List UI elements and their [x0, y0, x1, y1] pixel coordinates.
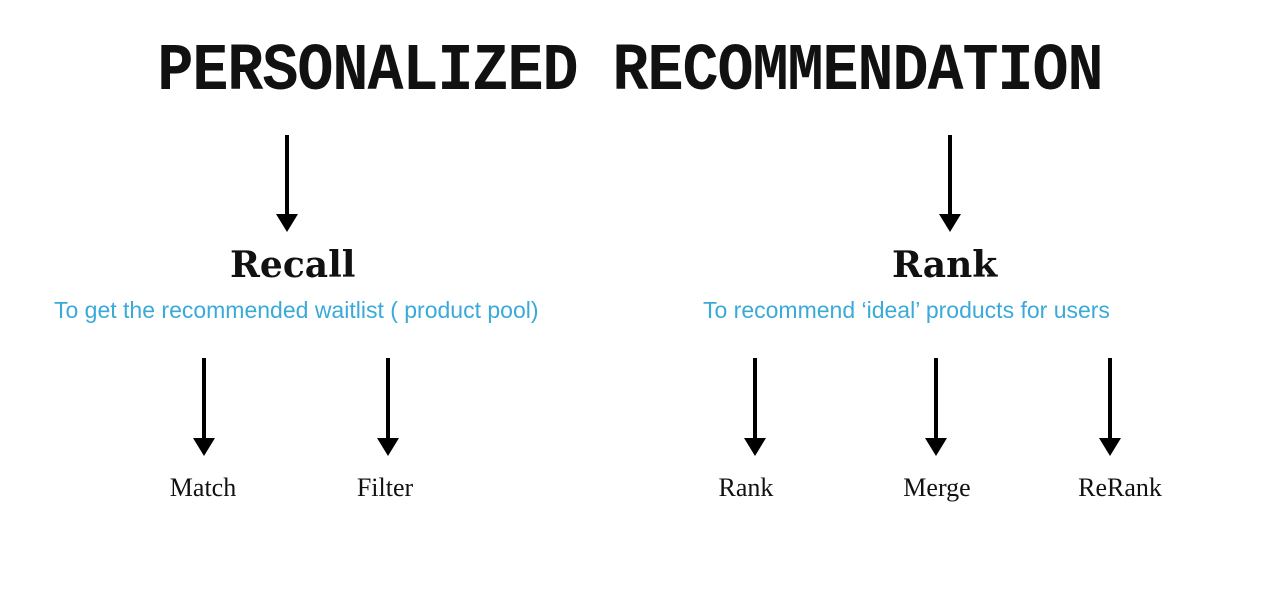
recall-heading: Recall [230, 244, 356, 286]
rank-heading: Rank [892, 244, 998, 286]
arrow-to-filter [376, 358, 400, 456]
node-rank: Rank [718, 473, 774, 502]
arrow-to-recall [275, 135, 299, 232]
diagram-title: PERSONALIZED RECOMMENDATION [157, 34, 1103, 111]
arrow-to-merge [924, 358, 948, 456]
arrow-to-match [192, 358, 216, 456]
arrow-to-rerank [1098, 358, 1122, 456]
node-rerank: ReRank [1078, 473, 1162, 502]
node-filter: Filter [356, 473, 414, 502]
rank-subtitle: To recommend ‘ideal’ products for users [703, 297, 1110, 323]
recall-subtitle: To get the recommended waitlist ( produc… [54, 297, 539, 323]
arrow-to-rank [938, 135, 962, 232]
node-merge: Merge [903, 473, 971, 502]
arrow-to-rank-step [743, 358, 767, 456]
node-match: Match [169, 473, 237, 502]
